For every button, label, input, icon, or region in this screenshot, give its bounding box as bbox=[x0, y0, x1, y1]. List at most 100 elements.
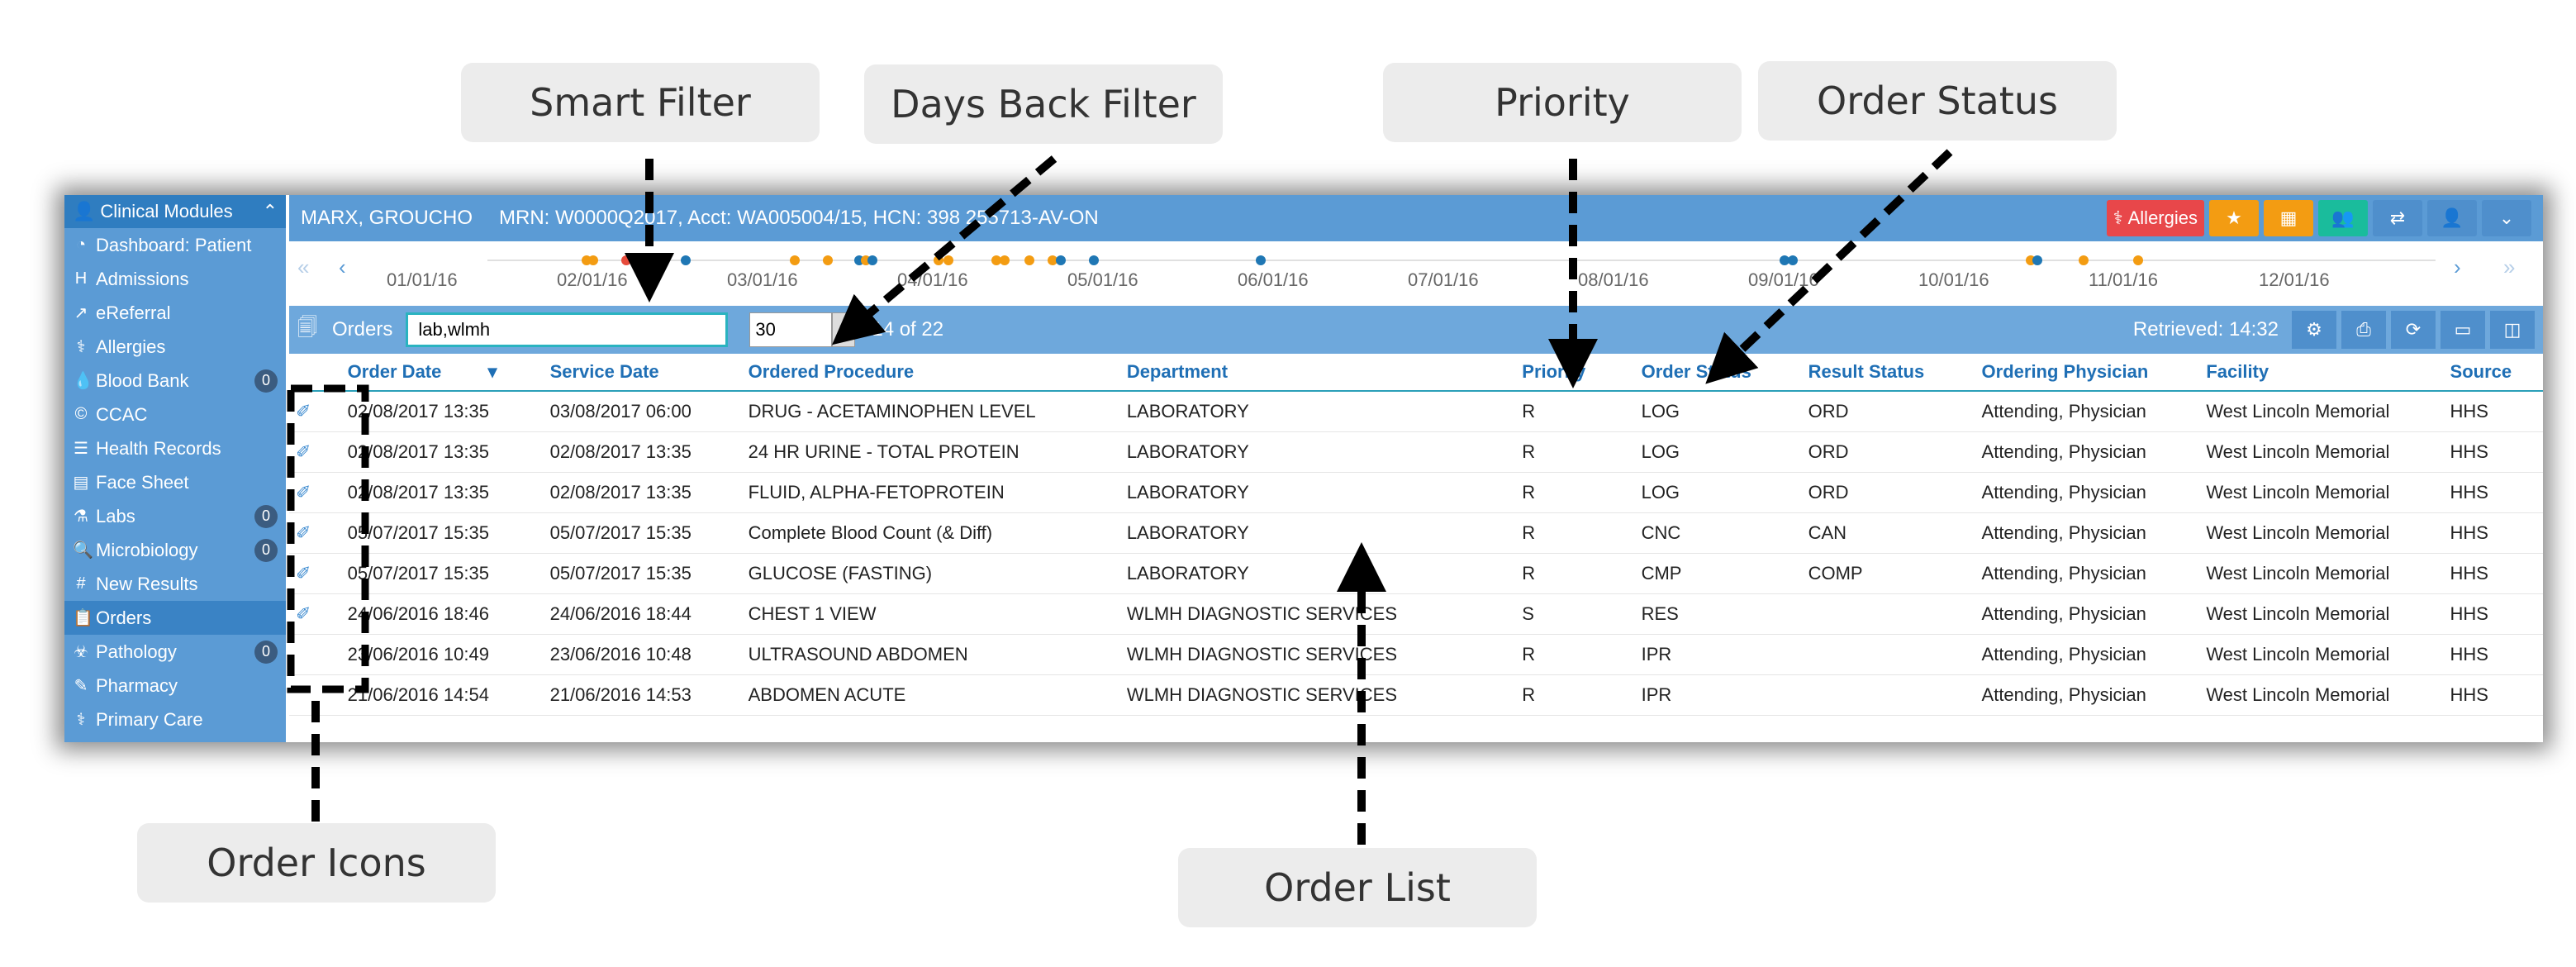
table-row[interactable]: 23/06/2016 10:49 23/06/2016 10:48 ULTRASOU… bbox=[289, 634, 2543, 675]
sidebar-item-face-sheet[interactable]: ▤ Face Sheet bbox=[64, 465, 286, 499]
care-team-button[interactable]: 👥 bbox=[2318, 200, 2368, 236]
table-cell: LABORATORY bbox=[1119, 553, 1516, 594]
timeline-date: 01/01/16 bbox=[387, 269, 458, 290]
gear-icon: ⚙ bbox=[2306, 319, 2322, 340]
column-header-order-status[interactable]: Order Status bbox=[1634, 354, 1802, 392]
table-row[interactable]: ✐ 02/08/2017 13:35 02/08/2017 13:35 24 HR U… bbox=[289, 431, 2543, 473]
refresh-button[interactable]: ⟳ bbox=[2391, 311, 2436, 349]
column-header-label: Ordered Procedure bbox=[748, 361, 915, 382]
column-header-service-date[interactable]: Service Date bbox=[543, 354, 742, 392]
timeline-event-dot[interactable] bbox=[867, 255, 877, 265]
table-row[interactable]: ✐ 05/07/2017 15:35 05/07/2017 15:35 Complet… bbox=[289, 512, 2543, 554]
timeline-date: 06/01/16 bbox=[1238, 269, 1309, 290]
order-edit-icon[interactable]: ✐ bbox=[296, 441, 311, 462]
table-row[interactable]: ✐ 02/08/2017 13:35 03/08/2017 06:00 DRUG - … bbox=[289, 391, 2543, 432]
timeline-last-icon[interactable]: » bbox=[2503, 255, 2515, 280]
sidebar-item-dashboard-patient[interactable]: ◔ Dashboard: Patient bbox=[64, 228, 286, 262]
callout-smart-filter: Smart Filter bbox=[461, 63, 820, 142]
clinical-modules-header[interactable]: 👤 Clinical Modules ⌃ bbox=[64, 195, 286, 228]
order-edit-icon[interactable]: ✐ bbox=[296, 563, 311, 584]
close-patient-button[interactable]: 👤 bbox=[2427, 200, 2477, 236]
timeline-date: 12/01/16 bbox=[2259, 269, 2330, 290]
sidebar-item-ccac[interactable]: © CCAC bbox=[64, 398, 286, 431]
table-cell: 05/07/2017 15:35 bbox=[340, 553, 544, 594]
timeline-event-dot[interactable] bbox=[1089, 255, 1099, 265]
sidebar-item-admissions[interactable]: H Admissions bbox=[64, 262, 286, 296]
primary-care-icon: ⚕ bbox=[76, 711, 86, 729]
smart-filter-input[interactable] bbox=[406, 312, 729, 347]
sidebar-item-microbiology[interactable]: 🔍 Microbiology 0 bbox=[64, 533, 286, 567]
timeline-event-dot[interactable] bbox=[1000, 255, 1010, 265]
column-header-facility[interactable]: Facility bbox=[2199, 354, 2444, 392]
column-header-department[interactable]: Department bbox=[1119, 354, 1516, 392]
timeline-event-dot[interactable] bbox=[790, 255, 800, 265]
table-cell: R bbox=[1515, 674, 1635, 716]
table-cell: R bbox=[1515, 431, 1635, 473]
timeline-event-dot[interactable] bbox=[2079, 255, 2089, 265]
column-header-result-status[interactable]: Result Status bbox=[1801, 354, 1975, 392]
sidebar-item-health-records[interactable]: ☰ Health Records bbox=[64, 431, 286, 465]
column-header-source[interactable]: Source bbox=[2443, 354, 2543, 392]
timeline-event-dot[interactable] bbox=[1256, 255, 1266, 265]
timeline-event-dot[interactable] bbox=[934, 255, 943, 265]
table-cell: 02/08/2017 13:35 bbox=[340, 391, 544, 432]
timeline-event-dot[interactable] bbox=[1024, 255, 1034, 265]
sort-desc-icon[interactable]: ▾ bbox=[482, 361, 497, 382]
sidebar-item-label: Pharmacy bbox=[96, 674, 178, 696]
timeline-event-dot[interactable] bbox=[1056, 255, 1066, 265]
table-cell: 24/06/2016 18:44 bbox=[543, 593, 742, 635]
column-header-ordered-procedure[interactable]: Ordered Procedure bbox=[741, 354, 1120, 392]
timeline-event-dot[interactable] bbox=[823, 255, 833, 265]
expand-button[interactable]: ⌄ bbox=[2482, 200, 2531, 236]
timeline-event-dot[interactable] bbox=[681, 255, 691, 265]
table-row[interactable]: ✐ 05/07/2017 15:35 05/07/2017 15:35 GLUCOSE… bbox=[289, 553, 2543, 594]
display-button[interactable]: ▭ bbox=[2441, 311, 2485, 349]
order-edit-icon[interactable]: ✐ bbox=[296, 522, 311, 543]
sidebar-item-primary-care[interactable]: ⚕ Primary Care bbox=[64, 703, 286, 736]
favorite-button[interactable]: ★ bbox=[2209, 200, 2259, 236]
table-cell: FLUID, ALPHA-FETOPROTEIN bbox=[741, 472, 1120, 513]
order-edit-icon[interactable]: ✐ bbox=[296, 482, 311, 503]
timeline-event-dot[interactable] bbox=[2032, 255, 2042, 265]
sidebar-item-ereferral[interactable]: ↗ eReferral bbox=[64, 296, 286, 330]
layout-button[interactable]: ◫ bbox=[2490, 311, 2535, 349]
sidebar-item-new-results[interactable]: # New Results bbox=[64, 567, 286, 601]
column-header-order-date[interactable]: Order Date ▾ bbox=[340, 354, 544, 392]
transfer-icon: ⇄ bbox=[2389, 207, 2406, 228]
order-edit-icon[interactable]: ✐ bbox=[296, 401, 311, 422]
table-cell: ORD bbox=[1801, 391, 1975, 432]
chevron-up-icon[interactable]: ⌃ bbox=[263, 201, 278, 222]
sidebar-item-labs[interactable]: ⚗ Labs 0 bbox=[64, 499, 286, 533]
timeline-event-dot[interactable] bbox=[588, 255, 598, 265]
table-row[interactable]: ✐ 24/06/2016 18:46 24/06/2016 18:44 CHEST 1… bbox=[289, 593, 2543, 635]
table-cell: West Lincoln Memorial bbox=[2199, 634, 2444, 675]
timeline-event-dot[interactable] bbox=[943, 255, 953, 265]
table-row[interactable]: ✐ 02/08/2017 13:35 02/08/2017 13:35 FLUID, … bbox=[289, 472, 2543, 513]
timeline-event-dot[interactable] bbox=[2133, 255, 2143, 265]
table-row[interactable]: 21/06/2016 14:54 21/06/2016 14:53 ABDOMEN … bbox=[289, 674, 2543, 716]
order-edit-icon[interactable]: ✐ bbox=[296, 603, 311, 624]
timeline-event-dot[interactable] bbox=[1788, 255, 1798, 265]
column-header-ordering-physician[interactable]: Ordering Physician bbox=[1975, 354, 2200, 392]
sidebar-item-allergies[interactable]: ⚕ Allergies bbox=[64, 330, 286, 364]
allergies-button[interactable]: ⚕ Allergies bbox=[2106, 200, 2204, 236]
timeline-event-dot[interactable] bbox=[621, 255, 631, 265]
sidebar-item-pathology[interactable]: ☣ Pathology 0 bbox=[64, 635, 286, 669]
table-cell: HHS bbox=[2443, 674, 2543, 716]
timeline-next-icon[interactable]: › bbox=[2454, 255, 2461, 280]
chevron-down-icon[interactable]: ▼ bbox=[832, 312, 856, 347]
settings-button[interactable]: ⚙ bbox=[2292, 311, 2336, 349]
order-icon-cell: ✐ bbox=[289, 512, 341, 554]
transfer-button[interactable]: ⇄ bbox=[2373, 200, 2422, 236]
timeline-first-icon[interactable]: « bbox=[297, 255, 309, 280]
calendar-button[interactable]: ▦ bbox=[2264, 200, 2313, 236]
patient-name: MARX, GROUCHO bbox=[301, 207, 473, 229]
days-back-select[interactable]: 30 ▼ bbox=[749, 312, 856, 347]
column-header-priority[interactable]: Priority bbox=[1515, 354, 1635, 392]
sidebar-item-blood-bank[interactable]: 💧 Blood Bank 0 bbox=[64, 364, 286, 398]
sidebar-item-orders[interactable]: 📋 Orders bbox=[64, 601, 286, 635]
timeline-prev-icon[interactable]: ‹ bbox=[339, 255, 346, 280]
print-button[interactable]: ⎙ bbox=[2341, 311, 2386, 349]
sidebar-item-pharmacy[interactable]: ✎ Pharmacy bbox=[64, 669, 286, 703]
timeline-date: 07/01/16 bbox=[1408, 269, 1479, 290]
